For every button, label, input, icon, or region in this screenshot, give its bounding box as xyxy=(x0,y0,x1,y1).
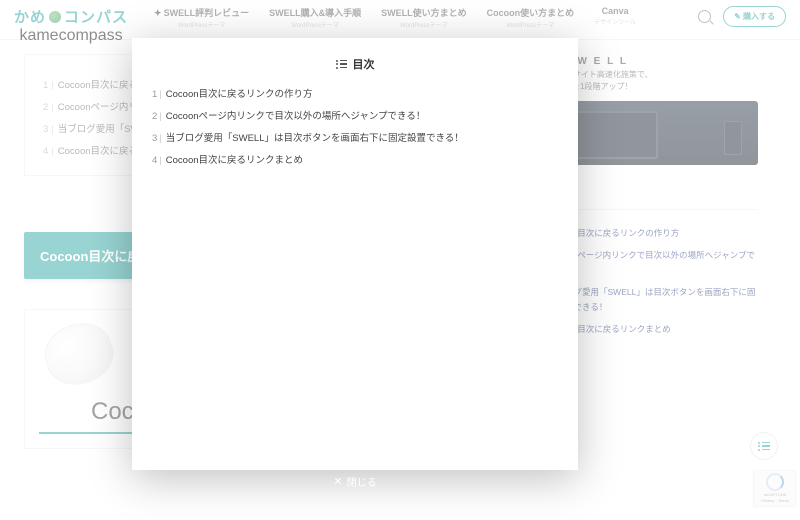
modal-title: 目次 xyxy=(152,56,558,72)
modal-toc-text: Cocoon目次に戻るリンクまとめ xyxy=(166,155,303,166)
toc-modal: 目次 1|Cocoon目次に戻るリンクの作り方 2|Cocoonページ内リンクで… xyxy=(132,38,578,470)
close-icon: ✕ xyxy=(333,475,342,488)
modal-toc-text: Cocoon目次に戻るリンクの作り方 xyxy=(166,89,313,100)
modal-title-text: 目次 xyxy=(353,56,375,72)
modal-toc-list: 1|Cocoon目次に戻るリンクの作り方 2|Cocoonページ内リンクで目次以… xyxy=(152,82,558,170)
modal-toc-row[interactable]: 3|当ブログ愛用「SWELL」は目次ボタンを画面右下に固定設置できる！ xyxy=(152,126,558,148)
close-label: 閉じる xyxy=(347,474,377,489)
list-icon xyxy=(336,60,347,69)
modal-close-button[interactable]: ✕ 閉じる xyxy=(132,474,578,489)
modal-toc-row[interactable]: 2|Cocoonページ内リンクで目次以外の場所へジャンプできる！ xyxy=(152,104,558,126)
modal-toc-row[interactable]: 4|Cocoon目次に戻るリンクまとめ xyxy=(152,148,558,170)
modal-toc-text: 当ブログ愛用「SWELL」は目次ボタンを画面右下に固定設置できる！ xyxy=(166,133,464,144)
modal-toc-row[interactable]: 1|Cocoon目次に戻るリンクの作り方 xyxy=(152,82,558,104)
modal-toc-text: Cocoonページ内リンクで目次以外の場所へジャンプできる！ xyxy=(166,111,426,122)
